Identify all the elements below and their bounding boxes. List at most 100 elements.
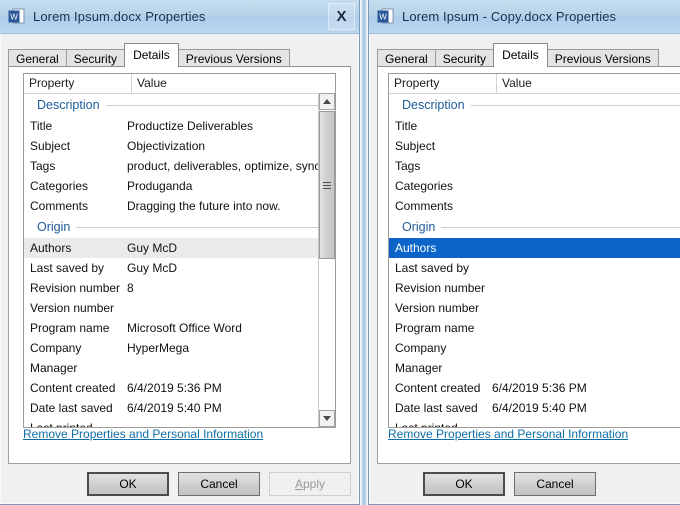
- property-name: Company: [395, 341, 447, 355]
- property-name: Authors: [395, 241, 437, 255]
- screenshot-root: W Lorem Ipsum.docx Properties X General Secu…: [0, 0, 680, 505]
- word-document-icon: W: [8, 8, 25, 25]
- property-row[interactable]: Revision number: [389, 278, 680, 298]
- property-row[interactable]: Content created 6/4/2019 5:36 PM: [389, 378, 680, 398]
- column-header-value[interactable]: Value: [132, 74, 335, 93]
- properties-listbox[interactable]: Property Value Description Title Productize …: [23, 73, 336, 428]
- close-icon[interactable]: X: [328, 3, 355, 30]
- group-header-rule: [470, 104, 680, 106]
- property-value[interactable]: Produganda: [127, 179, 335, 193]
- property-value[interactable]: 6/4/2019 5:36 PM: [127, 381, 335, 395]
- tab-details[interactable]: Details: [493, 43, 548, 67]
- property-name: Comments: [395, 199, 454, 213]
- word-document-icon: W: [377, 8, 394, 25]
- property-value[interactable]: Microsoft Office Word: [127, 321, 335, 335]
- property-row[interactable]: Date last saved 6/4/2019 5:40 PM: [24, 398, 335, 418]
- ok-button[interactable]: OK: [87, 472, 169, 496]
- property-name: Manager: [30, 361, 78, 375]
- properties-window-right: WLorem Ipsum - Copy.docx PropertiesXGene…: [368, 0, 680, 505]
- tab-panel-details: Property Value Description Title Productize …: [8, 66, 351, 464]
- remove-properties-link[interactable]: Remove Properties and Personal Informati…: [23, 427, 263, 441]
- column-header-property[interactable]: Property: [24, 74, 132, 93]
- property-row[interactable]: Comments Dragging the future into now.: [24, 196, 335, 216]
- property-row[interactable]: Program name: [389, 318, 680, 338]
- vertical-scrollbar[interactable]: [318, 93, 335, 427]
- scroll-thumb[interactable]: [319, 111, 335, 259]
- property-value[interactable]: HyperMega: [127, 341, 335, 355]
- listbox-header: Property Value: [389, 74, 680, 94]
- property-name: Revision number: [395, 281, 486, 295]
- property-name: Tags: [395, 159, 421, 173]
- property-row[interactable]: Authors Guy McD: [24, 238, 335, 258]
- property-value[interactable]: Productize Deliverables: [127, 119, 335, 133]
- property-row[interactable]: Title Productize Deliverables: [24, 116, 335, 136]
- tab-panel-details: Property Value Description Title Subject Tags…: [377, 66, 680, 464]
- property-row[interactable]: Company: [389, 338, 680, 358]
- scroll-up-button[interactable]: [319, 93, 335, 110]
- property-row[interactable]: Tags: [389, 156, 680, 176]
- property-value[interactable]: 8: [127, 281, 335, 295]
- property-name: Program name: [30, 321, 110, 335]
- property-row[interactable]: Authors: [389, 238, 680, 258]
- property-name: Company: [30, 341, 82, 355]
- property-value[interactable]: Guy McD: [127, 241, 335, 255]
- property-name: Comments: [30, 199, 89, 213]
- tab-details[interactable]: Details: [124, 43, 179, 67]
- property-value[interactable]: 6/4/2019 5:36 PM: [492, 381, 680, 395]
- title-bar[interactable]: WLorem Ipsum - Copy.docx PropertiesX: [369, 0, 680, 34]
- property-name: Manager: [395, 361, 443, 375]
- property-name: Tags: [30, 159, 56, 173]
- listbox-body: Description Title Productize Deliverables S…: [24, 94, 335, 427]
- property-row[interactable]: Date last saved 6/4/2019 5:40 PM: [389, 398, 680, 418]
- property-row[interactable]: Revision number 8: [24, 278, 335, 298]
- column-header-property[interactable]: Property: [389, 74, 497, 93]
- group-header-label: Origin: [37, 220, 71, 234]
- property-row[interactable]: Subject: [389, 136, 680, 156]
- remove-properties-link[interactable]: Remove Properties and Personal Informati…: [388, 427, 628, 441]
- column-header-value[interactable]: Value: [497, 74, 680, 93]
- window-title: Lorem Ipsum.docx Properties: [33, 9, 206, 24]
- property-row[interactable]: Program name Microsoft Office Word: [24, 318, 335, 338]
- listbox-body: Description Title Subject Tags Categories Com…: [389, 94, 680, 427]
- property-value[interactable]: Objectivization: [127, 139, 335, 153]
- property-row[interactable]: Last saved by Guy McD: [24, 258, 335, 278]
- property-name: Date last saved: [30, 401, 113, 415]
- property-value[interactable]: 6/4/2019 5:40 PM: [492, 401, 680, 415]
- property-row[interactable]: Comments: [389, 196, 680, 216]
- property-row[interactable]: Categories Produganda: [24, 176, 335, 196]
- group-header-rule: [76, 226, 327, 228]
- dialog-button-row: OK Cancel Apply: [0, 470, 359, 498]
- property-row[interactable]: Subject Objectivization: [24, 136, 335, 156]
- property-name: Subject: [395, 139, 436, 153]
- svg-text:W: W: [379, 13, 387, 22]
- window-title: Lorem Ipsum - Copy.docx Properties: [402, 9, 617, 24]
- group-header-description: Description: [389, 94, 680, 116]
- property-row[interactable]: Last saved by: [389, 258, 680, 278]
- property-value[interactable]: Dragging the future into now.: [127, 199, 335, 213]
- property-name: Content created: [30, 381, 116, 395]
- property-row[interactable]: Categories: [389, 176, 680, 196]
- cancel-button[interactable]: Cancel: [514, 472, 596, 496]
- tab-strip: General Security Details Previous Versions: [377, 42, 680, 69]
- cancel-button[interactable]: Cancel: [178, 472, 260, 496]
- properties-listbox[interactable]: Property Value Description Title Subject Tags…: [388, 73, 680, 428]
- property-row[interactable]: Manager: [389, 358, 680, 378]
- property-row[interactable]: Manager: [24, 358, 335, 378]
- title-bar[interactable]: W Lorem Ipsum.docx Properties X: [0, 0, 359, 34]
- scroll-down-button[interactable]: [319, 410, 335, 427]
- property-name: Title: [395, 119, 418, 133]
- ok-button[interactable]: OK: [423, 472, 505, 496]
- property-name: Last saved by: [30, 261, 105, 275]
- property-value[interactable]: 6/4/2019 5:40 PM: [127, 401, 335, 415]
- property-name: Version number: [30, 301, 115, 315]
- property-name: Categories: [395, 179, 454, 193]
- property-row[interactable]: Content created 6/4/2019 5:36 PM: [24, 378, 335, 398]
- property-value[interactable]: Guy McD: [127, 261, 335, 275]
- properties-window-left: W Lorem Ipsum.docx Properties X General Secu…: [0, 0, 360, 505]
- property-row[interactable]: Company HyperMega: [24, 338, 335, 358]
- property-row[interactable]: Tags product, deliverables, optimize, syn…: [24, 156, 335, 176]
- property-row[interactable]: Version number: [24, 298, 335, 318]
- property-row[interactable]: Title: [389, 116, 680, 136]
- property-value[interactable]: product, deliverables, optimize, sync...: [127, 159, 335, 173]
- property-row[interactable]: Version number: [389, 298, 680, 318]
